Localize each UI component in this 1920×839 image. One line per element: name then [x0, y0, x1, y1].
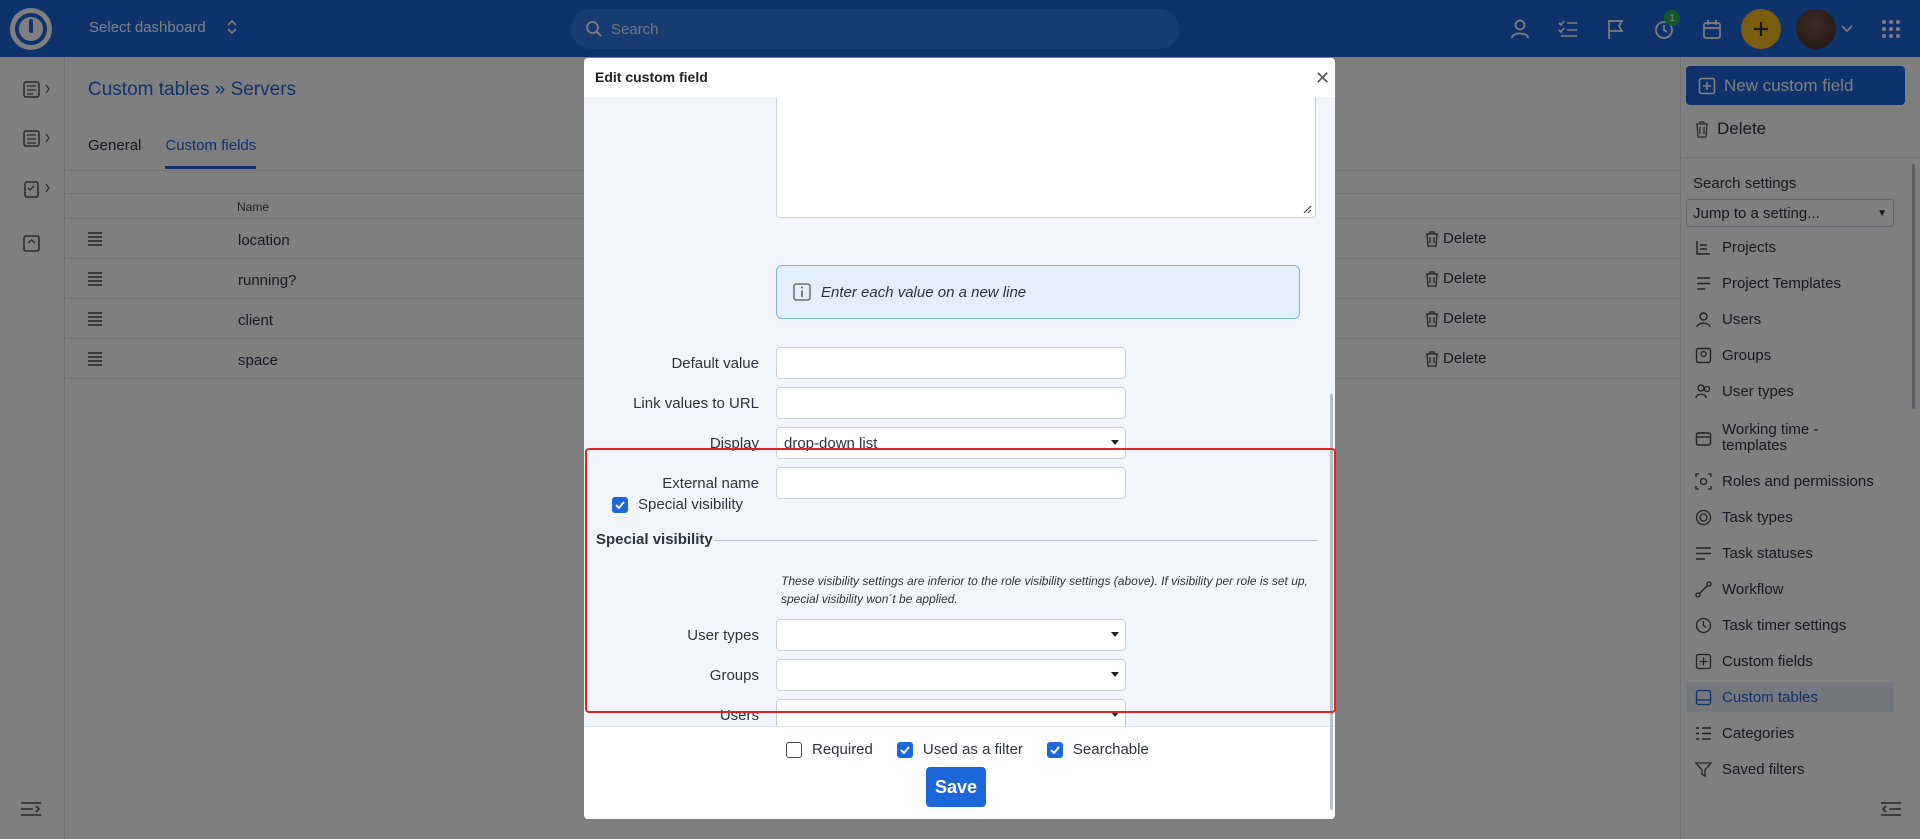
caret-down-icon — [1111, 440, 1119, 445]
display-select[interactable]: drop-down list — [776, 427, 1126, 459]
special-visibility-heading: Special visibility — [596, 531, 713, 548]
checkbox-checked-icon — [896, 741, 913, 758]
checkbox-label: Used as a filter — [922, 741, 1023, 758]
external-name-input[interactable] — [776, 467, 1126, 499]
dialog-body: Enter each value on a new line Default v… — [584, 97, 1335, 731]
checkbox-checked-icon — [1046, 741, 1063, 758]
dialog-scrollbar[interactable] — [1330, 394, 1333, 810]
link-url-row: Link values to URL — [584, 387, 1335, 419]
checkbox-checked-icon — [612, 496, 628, 513]
checkbox-label: Required — [812, 741, 873, 758]
field-label: External name — [662, 475, 759, 492]
user-types-select[interactable] — [776, 619, 1126, 651]
used-as-filter-checkbox[interactable]: Used as a filter — [896, 741, 1023, 758]
field-label: Default value — [671, 355, 759, 372]
groups-select[interactable] — [776, 659, 1126, 691]
user-types-row: User types — [584, 619, 1335, 651]
dialog-title: Edit custom field — [595, 69, 708, 85]
close-icon[interactable]: ✕ — [1315, 68, 1330, 89]
special-visibility-checkbox[interactable]: Special visibility — [612, 496, 743, 513]
special-visibility-note: These visibility settings are inferior t… — [781, 574, 1308, 606]
external-name-row: External name — [584, 467, 1335, 499]
searchable-checkbox[interactable]: Searchable — [1046, 741, 1149, 758]
info-hint: Enter each value on a new line — [776, 265, 1300, 319]
display-select-value: drop-down list — [784, 435, 878, 452]
resize-handle-icon[interactable] — [1302, 204, 1312, 214]
default-value-row: Default value — [584, 347, 1335, 379]
possible-values-textarea[interactable] — [776, 97, 1316, 218]
footer-checkboxes: Required Used as a filter Searchable — [786, 741, 1149, 758]
required-checkbox[interactable]: Required — [786, 741, 873, 758]
field-label: Groups — [709, 667, 759, 684]
info-hint-text: Enter each value on a new line — [821, 283, 1027, 301]
field-label: Users — [719, 707, 759, 724]
groups-row: Groups — [584, 659, 1335, 691]
checkbox-label: Special visibility — [638, 496, 744, 513]
field-label: User types — [687, 627, 759, 644]
caret-down-icon — [1111, 632, 1119, 637]
field-label: Link values to URL — [633, 395, 759, 412]
display-row: Display drop-down list — [584, 427, 1335, 459]
link-url-input[interactable] — [776, 387, 1126, 419]
checkbox-unchecked-icon — [786, 741, 802, 758]
caret-down-icon — [1111, 672, 1119, 677]
field-label: Display — [709, 435, 759, 452]
caret-down-icon — [1111, 712, 1119, 717]
default-value-input[interactable] — [776, 347, 1126, 379]
dialog-footer: Required Used as a filter Searchable Sav… — [584, 726, 1335, 819]
checkbox-label: Searchable — [1072, 741, 1149, 758]
info-icon — [793, 283, 811, 301]
save-button[interactable]: Save — [926, 767, 986, 807]
divider — [714, 540, 1318, 541]
edit-custom-field-dialog: Edit custom field ✕ Enter each value on … — [584, 58, 1335, 819]
